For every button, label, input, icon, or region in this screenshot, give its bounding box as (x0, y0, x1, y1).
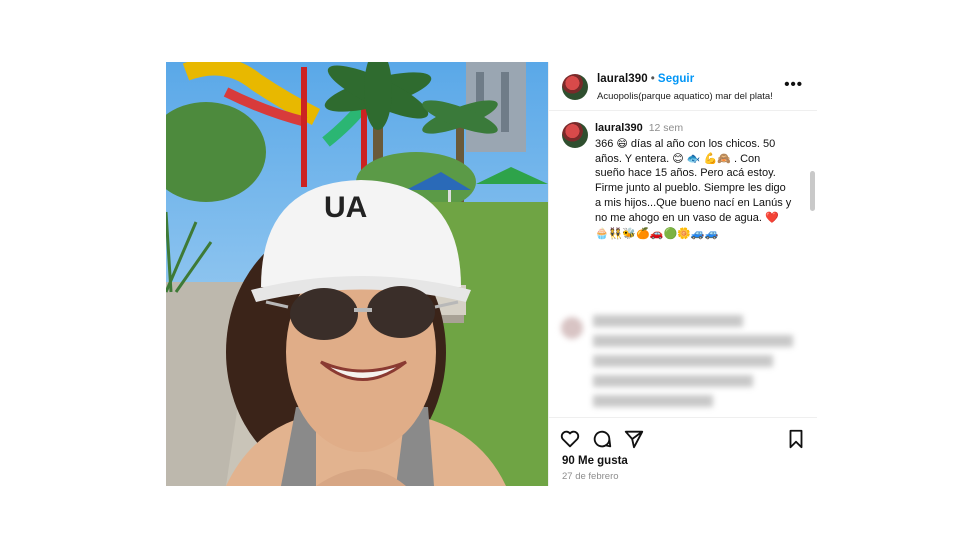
user-avatar[interactable] (562, 74, 588, 100)
separator-dot: • (650, 73, 655, 85)
header-username-row: laural390 • Seguir (597, 73, 694, 85)
comments-scrollbar[interactable] (810, 171, 815, 211)
caption-username[interactable]: laural390 (595, 122, 643, 134)
comments-area[interactable]: laural390 12 sem 366 😄 días al año con lo… (549, 111, 817, 415)
instagram-post: UA laural390 • Seguir Acuopolis(parque aqu… (166, 62, 817, 486)
heart-icon[interactable] (559, 428, 581, 450)
selfie-image: UA (166, 62, 548, 486)
header-username[interactable]: laural390 (597, 73, 648, 85)
svg-text:UA: UA (324, 191, 367, 224)
caption-line: Firme junto al pueblo. Siempre les digo (595, 182, 786, 195)
caption-line: 366 😄 días al año con los chicos. 50 (595, 138, 776, 150)
bookmark-icon[interactable] (785, 428, 807, 450)
caption-line: años. Y entera. 😊 🐟 💪🙈 . Con (595, 152, 761, 165)
caption-text: 366 😄 días al año con los chicos. 50 año… (595, 137, 805, 242)
post-side-panel: laural390 • Seguir Acuopolis(parque aquati… (548, 62, 817, 486)
caption-header: laural390 12 sem (595, 122, 683, 134)
caption-line: a mis hijos...Que bueno nací en Lanús y (595, 196, 792, 209)
more-icon[interactable]: ••• (784, 76, 803, 93)
caption-line: sueño hace 15 años. Pero acá estoy. (595, 167, 776, 180)
post-location[interactable]: Acuopolis(parque aquatico) mar del plata… (597, 91, 773, 102)
comment-icon[interactable] (591, 428, 613, 450)
caption-avatar[interactable] (562, 122, 588, 148)
follow-button[interactable]: Seguir (658, 73, 694, 85)
caption-time: 12 sem (648, 122, 684, 134)
share-icon[interactable] (623, 428, 645, 450)
caption-emoji-line: 🧁👯🐝🍊🚗🟢🌼🚙🚙 (595, 228, 719, 241)
post-header: laural390 • Seguir Acuopolis(parque aquati… (549, 62, 817, 111)
blurred-comments (549, 311, 817, 415)
post-date: 27 de febrero (562, 471, 619, 482)
post-photo[interactable]: UA (166, 62, 548, 486)
caption-line: no me ahogo en un vaso de agua. ❤️ (595, 211, 779, 224)
action-bar: 90 Me gusta 27 de febrero (549, 417, 817, 487)
likes-count[interactable]: 90 Me gusta (562, 455, 628, 467)
